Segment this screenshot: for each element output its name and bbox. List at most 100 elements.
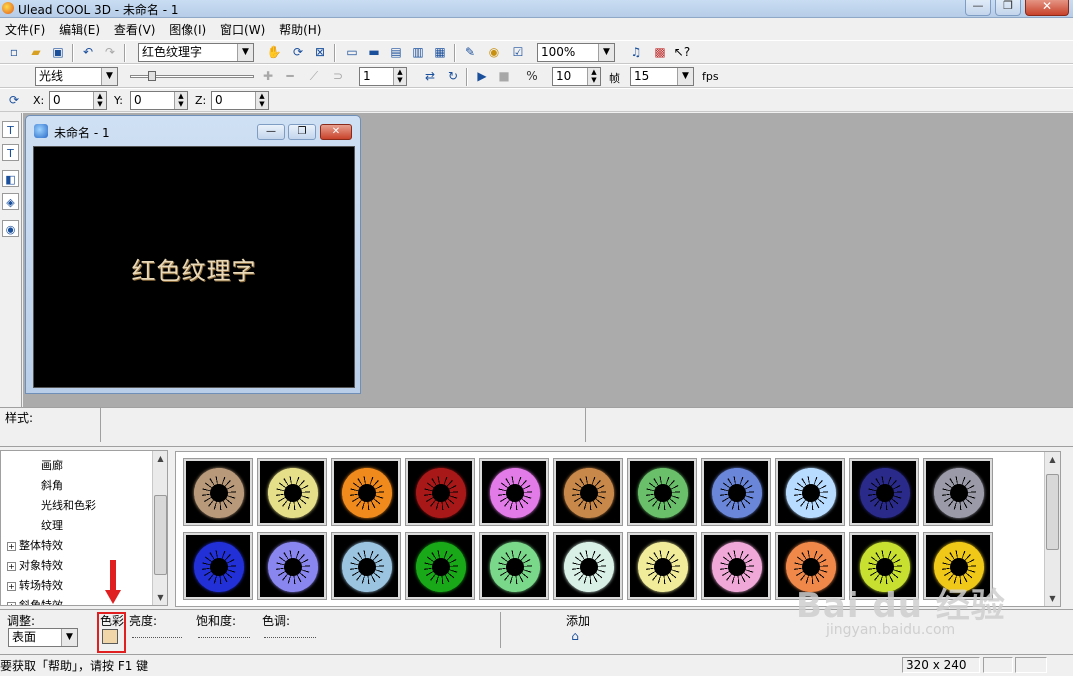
tree-item[interactable]: + 整体特效 — [7, 537, 63, 553]
preset-thumbnail[interactable] — [331, 532, 401, 600]
menu-help[interactable]: 帮助(H) — [274, 19, 326, 40]
saturation-slider[interactable] — [198, 628, 250, 638]
preset-thumbnail[interactable] — [183, 532, 253, 600]
close-button[interactable]: ✕ — [1025, 0, 1069, 16]
tree-item[interactable]: + 转场特效 — [7, 577, 63, 593]
position-tool-icon[interactable]: ⟳ — [4, 90, 24, 110]
maximize-button[interactable]: ❐ — [995, 0, 1021, 16]
scroll-up-icon[interactable]: ▲ — [1045, 452, 1060, 467]
scroll-down-icon[interactable]: ▼ — [1045, 591, 1060, 606]
insert-text-icon[interactable]: T — [2, 121, 19, 138]
preset-thumbnail[interactable] — [553, 532, 623, 600]
fps-spinner[interactable]: 10 ▲ ▼ — [552, 67, 601, 86]
menu-file[interactable]: 文件(F) — [0, 19, 50, 40]
object-select[interactable]: 红色纹理字 ▼ — [138, 43, 254, 62]
preset-thumbnail[interactable] — [923, 458, 993, 526]
preset-thumbnail[interactable] — [701, 532, 771, 600]
tree-item[interactable]: 光线和色彩 — [41, 497, 96, 513]
view-bottom-icon[interactable]: ▦ — [430, 42, 450, 62]
percent-icon[interactable]: % — [522, 66, 542, 86]
preset-thumbnail[interactable] — [775, 458, 845, 526]
help-pointer-icon[interactable]: ↖? — [672, 42, 692, 62]
render-canvas[interactable]: 红色纹理字 — [33, 146, 355, 388]
preset-thumbnail[interactable] — [627, 532, 697, 600]
preset-thumbnail[interactable] — [627, 458, 697, 526]
reverse-icon[interactable]: ⊃ — [328, 66, 348, 86]
insert-geometry-icon[interactable]: ◧ — [2, 170, 19, 187]
save-icon[interactable]: ▣ — [48, 42, 68, 62]
hand-icon[interactable]: ✋ — [264, 42, 284, 62]
hue-slider[interactable] — [264, 628, 316, 638]
frames-total-select[interactable]: 15 ▼ — [630, 67, 694, 86]
menu-image[interactable]: 图像(I) — [164, 19, 211, 40]
preset-thumbnail[interactable] — [257, 458, 327, 526]
add-key-icon[interactable]: ✚ — [258, 66, 278, 86]
split-icon[interactable]: ⟋ — [304, 66, 324, 86]
tree-item[interactable]: 画廊 — [41, 457, 63, 473]
edit-text-icon[interactable]: T — [2, 144, 19, 161]
surface-select[interactable]: 表面 ▼ — [8, 628, 78, 647]
open-icon[interactable]: ▰ — [26, 42, 46, 62]
undo-icon[interactable]: ↶ — [78, 42, 98, 62]
preset-thumbnail[interactable] — [183, 458, 253, 526]
preset-thumbnail[interactable] — [405, 458, 475, 526]
preset-thumbnail[interactable] — [257, 532, 327, 600]
preset-thumbnail[interactable] — [479, 532, 549, 600]
scroll-thumb[interactable] — [154, 495, 167, 575]
doc-minimize-button[interactable]: — — [257, 124, 285, 140]
preset-thumbnail[interactable] — [405, 532, 475, 600]
preset-thumbnail[interactable] — [849, 458, 919, 526]
preset-thumbnail[interactable] — [479, 458, 549, 526]
tree-scrollbar[interactable]: ▲ ▼ — [152, 451, 167, 605]
scroll-up-icon[interactable]: ▲ — [153, 451, 167, 466]
text-3d-object[interactable]: 红色纹理字 — [34, 251, 354, 286]
tree-item[interactable]: 纹理 — [41, 517, 63, 533]
expand-icon[interactable]: + — [7, 561, 16, 571]
loop-icon[interactable]: ⇄ — [420, 66, 440, 86]
gallery-scrollbar[interactable]: ▲ ▼ — [1044, 452, 1060, 606]
camera-icon[interactable]: ◉ — [2, 220, 19, 237]
add-preset-icon[interactable]: ⌂ — [566, 627, 584, 645]
play-icon[interactable]: ▶ — [472, 66, 492, 86]
refresh-icon[interactable]: ↻ — [443, 66, 463, 86]
light-select[interactable]: 光线 ▼ — [35, 67, 118, 86]
view-front-icon[interactable]: ▭ — [342, 42, 362, 62]
view-back-icon[interactable]: ▥ — [408, 42, 428, 62]
timeline-slider[interactable] — [130, 69, 254, 85]
edit-geometry-icon[interactable]: ◈ — [2, 193, 19, 210]
size-icon[interactable]: ⊠ — [310, 42, 330, 62]
scroll-thumb[interactable] — [1046, 474, 1059, 550]
wand-icon[interactable]: ✎ — [460, 42, 480, 62]
checkbox-tool-icon[interactable]: ☑ — [508, 42, 528, 62]
menu-window[interactable]: 窗口(W) — [215, 19, 270, 40]
expand-icon[interactable]: + — [7, 581, 16, 591]
preset-thumbnail[interactable] — [331, 458, 401, 526]
brightness-slider[interactable] — [132, 628, 182, 638]
frame-spinner[interactable]: 1 ▲ ▼ — [359, 67, 407, 86]
rotate-icon[interactable]: ⟳ — [288, 42, 308, 62]
tree-item[interactable]: 斜角 — [41, 477, 63, 493]
menu-edit[interactable]: 编辑(E) — [54, 19, 105, 40]
expand-icon[interactable]: + — [7, 541, 16, 551]
doc-close-button[interactable]: ✕ — [320, 124, 352, 140]
scroll-down-icon[interactable]: ▼ — [153, 590, 167, 605]
expand-icon[interactable]: + — [7, 601, 16, 605]
tree-item[interactable]: + 对象特效 — [7, 557, 63, 573]
preset-thumbnail[interactable] — [553, 458, 623, 526]
doc-maximize-button[interactable]: ❐ — [288, 124, 316, 140]
minimize-button[interactable]: — — [965, 0, 991, 16]
menu-view[interactable]: 查看(V) — [109, 19, 161, 40]
view-side-icon[interactable]: ▤ — [386, 42, 406, 62]
x-input[interactable]: 0 ▲ ▼ — [49, 91, 107, 110]
stop-icon[interactable]: ■ — [494, 66, 514, 86]
zoom-select[interactable]: 100% ▼ — [537, 43, 615, 62]
new-icon[interactable]: ▫ — [4, 42, 24, 62]
z-input[interactable]: 0 ▲ ▼ — [211, 91, 269, 110]
remove-key-icon[interactable]: ━ — [280, 66, 300, 86]
music-icon[interactable]: ♫ — [626, 42, 646, 62]
preset-thumbnail[interactable] — [701, 458, 771, 526]
view-top-icon[interactable]: ▬ — [364, 42, 384, 62]
globe-icon[interactable]: ◉ — [484, 42, 504, 62]
y-input[interactable]: 0 ▲ ▼ — [130, 91, 188, 110]
tree-item[interactable]: + 斜角特效 — [7, 597, 63, 605]
